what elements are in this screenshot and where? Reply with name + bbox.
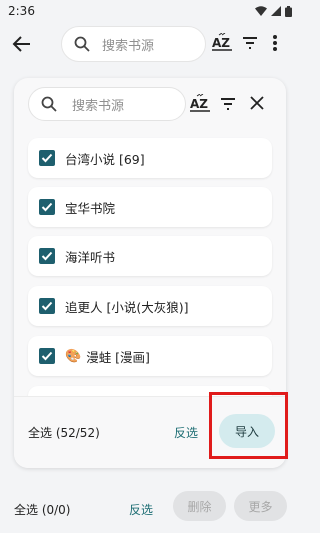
delete-button[interactable]: 删除 (173, 491, 226, 521)
signal-icon (271, 6, 281, 16)
top-app-bar: 搜索书源 AZ (0, 24, 300, 64)
dialog-search-input[interactable]: 搜索书源 (28, 87, 186, 121)
select-all-button[interactable]: 全选 (52/52) (28, 424, 100, 441)
svg-text:AZ: AZ (190, 97, 208, 111)
invert-selection-button[interactable]: 反选 (174, 424, 198, 441)
checkbox[interactable] (39, 348, 55, 364)
list-item[interactable]: 宝华书院 (28, 187, 272, 227)
checkbox[interactable] (39, 298, 55, 314)
check-icon (41, 301, 53, 311)
status-bar: 2:36 (0, 0, 300, 22)
close-icon[interactable] (250, 96, 264, 110)
check-icon (41, 251, 53, 261)
check-icon (41, 202, 53, 212)
filter-icon[interactable] (220, 97, 236, 111)
checkbox[interactable] (39, 248, 55, 264)
more-button[interactable]: 更多 (234, 491, 287, 521)
sort-az-icon[interactable]: AZ (212, 33, 234, 53)
select-all-button[interactable]: 全选 (0/0) (14, 501, 71, 518)
item-label: 台湾小说 [69] (65, 151, 145, 167)
bottom-action-bar: 全选 (0/0) 反选 删除 更多 (0, 484, 300, 533)
status-time: 2:36 (8, 4, 35, 18)
sort-az-icon[interactable]: AZ (190, 94, 212, 114)
checkbox[interactable] (39, 199, 55, 215)
palette-emoji-icon: 🎨 (65, 348, 82, 364)
search-icon (74, 36, 90, 52)
invert-selection-button[interactable]: 反选 (129, 501, 153, 518)
item-label: 宝华书院 (65, 200, 116, 216)
back-arrow-icon[interactable] (12, 34, 32, 54)
highlight-box (209, 392, 288, 459)
dialog-search-placeholder: 搜索书源 (72, 98, 125, 114)
check-icon (41, 153, 53, 163)
checkbox[interactable] (39, 150, 55, 166)
item-label: 漫蛙 [漫画] (86, 349, 150, 365)
svg-text:AZ: AZ (212, 36, 230, 50)
list-item[interactable]: 海洋听书 (28, 236, 272, 276)
list-item[interactable]: 台湾小说 [69] (28, 138, 272, 178)
battery-icon (285, 5, 292, 17)
check-icon (41, 351, 53, 361)
item-label: 海洋听书 (65, 249, 116, 265)
search-input[interactable]: 搜索书源 (61, 26, 206, 62)
search-icon (41, 96, 57, 112)
more-vert-icon[interactable] (272, 34, 278, 52)
search-placeholder: 搜索书源 (102, 38, 155, 54)
list-item[interactable]: 🎨 漫蛙 [漫画] (28, 336, 272, 376)
list-item[interactable]: 追更人 [小说(大灰狼)] (28, 286, 272, 326)
status-icons (255, 5, 292, 17)
wifi-icon (255, 6, 267, 16)
item-label: 追更人 [小说(大灰狼)] (65, 299, 189, 315)
filter-icon[interactable] (242, 36, 258, 50)
